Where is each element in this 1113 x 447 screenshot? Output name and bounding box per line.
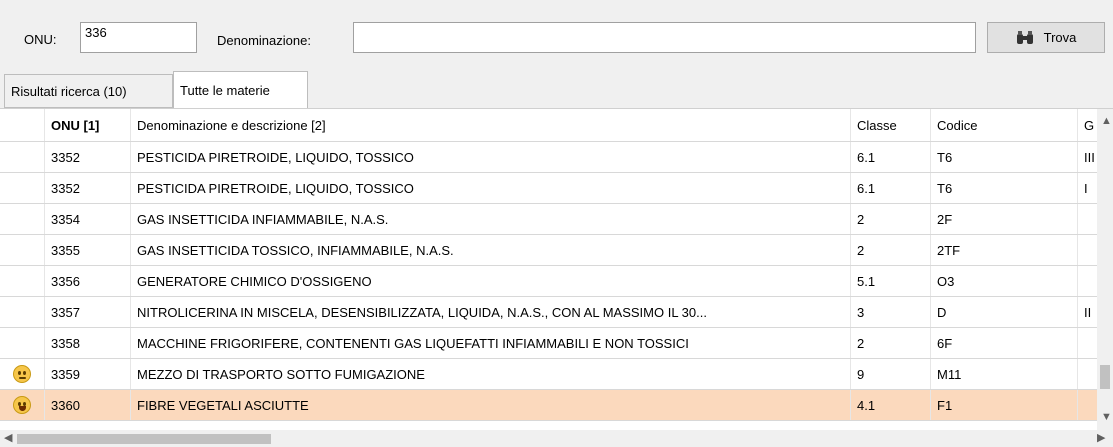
row-indicator [0,142,45,172]
binoculars-icon [1016,30,1034,45]
scroll-left-icon[interactable]: ◀ [4,431,12,444]
column-header-onu[interactable]: ONU [1] [45,109,131,141]
cell-denominazione[interactable]: NITROLICERINA IN MISCELA, DESENSIBILIZZA… [131,297,851,327]
cell-codice[interactable]: O3 [931,266,1078,296]
table-header-row: ONU [1] Denominazione e descrizione [2] … [0,109,1097,142]
cell-g[interactable] [1078,390,1097,420]
cell-classe[interactable]: 5.1 [851,266,931,296]
cell-classe[interactable]: 2 [851,328,931,358]
cell-codice[interactable]: 6F [931,328,1078,358]
cell-onu[interactable]: 3359 [45,359,131,389]
cell-codice[interactable]: 2F [931,204,1078,234]
table-row[interactable]: 3356 GENERATORE CHIMICO D'OSSIGENO 5.1 O3 [0,266,1097,297]
cell-onu[interactable]: 3355 [45,235,131,265]
row-indicator [0,390,45,420]
cell-classe[interactable]: 6.1 [851,173,931,203]
cell-classe[interactable]: 4.1 [851,390,931,420]
cell-codice[interactable]: 2TF [931,235,1078,265]
denominazione-label: Denominazione: [217,33,311,48]
cell-g[interactable]: III [1078,142,1097,172]
table-row[interactable]: 3359 MEZZO DI TRASPORTO SOTTO FUMIGAZIONE… [0,359,1097,390]
onu-input[interactable]: 336 [80,22,197,53]
tab-strip: Risultati ricerca (10) Tutte le materie [0,68,1113,109]
cell-g[interactable] [1078,266,1097,296]
row-indicator [0,235,45,265]
trova-button[interactable]: Trova [987,22,1105,53]
cell-g[interactable] [1078,235,1097,265]
table-row[interactable]: 3355 GAS INSETTICIDA TOSSICO, INFIAMMABIL… [0,235,1097,266]
cell-onu[interactable]: 3358 [45,328,131,358]
cell-onu[interactable]: 3352 [45,173,131,203]
row-indicator [0,204,45,234]
horizontal-scrollbar[interactable]: ◀ ▶ [0,430,1113,447]
row-indicator [0,328,45,358]
cell-codice[interactable]: M11 [931,359,1078,389]
cell-codice[interactable]: F1 [931,390,1078,420]
cell-onu[interactable]: 3352 [45,142,131,172]
cell-classe[interactable]: 9 [851,359,931,389]
cell-onu[interactable]: 3360 [45,390,131,420]
table-row[interactable]: 3352 PESTICIDA PIRETROIDE, LIQUIDO, TOSSI… [0,142,1097,173]
cell-classe[interactable]: 3 [851,297,931,327]
cell-g[interactable]: II [1078,297,1097,327]
table-row[interactable]: 3357 NITROLICERINA IN MISCELA, DESENSIBIL… [0,297,1097,328]
column-header-codice[interactable]: Codice [931,109,1078,141]
tab-label: Tutte le materie [180,83,270,98]
search-toolbar: ONU: 336 Denominazione: Trova [0,0,1113,68]
results-table: ONU [1] Denominazione e descrizione [2] … [0,108,1113,431]
scroll-right-icon[interactable]: ▶ [1097,431,1105,444]
row-indicator-header [0,109,45,141]
table-row[interactable]: 3360 FIBRE VEGETALI ASCIUTTE 4.1 F1 [0,390,1097,421]
row-indicator [0,297,45,327]
column-header-classe[interactable]: Classe [851,109,931,141]
cell-classe[interactable]: 6.1 [851,142,931,172]
onu-label: ONU: [24,32,57,47]
scroll-up-icon[interactable]: ▲ [1101,115,1112,127]
neutral-face-icon [13,365,31,383]
cell-g[interactable] [1078,328,1097,358]
cell-g[interactable] [1078,204,1097,234]
column-header-g[interactable]: G [1078,109,1097,141]
cell-onu[interactable]: 3357 [45,297,131,327]
table-row[interactable]: 3354 GAS INSETTICIDA INFIAMMABILE, N.A.S.… [0,204,1097,235]
cell-codice[interactable]: D [931,297,1078,327]
cell-denominazione[interactable]: GAS INSETTICIDA TOSSICO, INFIAMMABILE, N… [131,235,851,265]
row-indicator [0,173,45,203]
horizontal-scroll-thumb[interactable] [17,434,271,444]
tab-label: Risultati ricerca (10) [11,83,127,99]
trova-label: Trova [1043,30,1077,45]
cell-denominazione[interactable]: FIBRE VEGETALI ASCIUTTE [131,390,851,420]
cell-denominazione[interactable]: PESTICIDA PIRETROIDE, LIQUIDO, TOSSICO [131,142,851,172]
row-indicator [0,266,45,296]
cell-classe[interactable]: 2 [851,204,931,234]
denominazione-input[interactable] [353,22,976,53]
cell-denominazione[interactable]: MACCHINE FRIGORIFERE, CONTENENTI GAS LIQ… [131,328,851,358]
cell-denominazione[interactable]: GAS INSETTICIDA INFIAMMABILE, N.A.S. [131,204,851,234]
column-header-denominazione[interactable]: Denominazione e descrizione [2] [131,109,851,141]
grinning-face-icon [13,396,31,414]
cell-g[interactable]: I [1078,173,1097,203]
cell-denominazione[interactable]: GENERATORE CHIMICO D'OSSIGENO [131,266,851,296]
cell-codice[interactable]: T6 [931,173,1078,203]
cell-onu[interactable]: 3354 [45,204,131,234]
tab-risultati-ricerca[interactable]: Risultati ricerca (10) [4,74,173,108]
cell-denominazione[interactable]: MEZZO DI TRASPORTO SOTTO FUMIGAZIONE [131,359,851,389]
vertical-scrollbar[interactable]: ▲ ▼ [1097,109,1113,431]
cell-g[interactable] [1078,359,1097,389]
cell-denominazione[interactable]: PESTICIDA PIRETROIDE, LIQUIDO, TOSSICO [131,173,851,203]
cell-onu[interactable]: 3356 [45,266,131,296]
row-indicator [0,359,45,389]
scroll-down-icon[interactable]: ▼ [1101,411,1112,423]
cell-classe[interactable]: 2 [851,235,931,265]
tab-tutte-le-materie[interactable]: Tutte le materie [173,71,308,109]
cell-codice[interactable]: T6 [931,142,1078,172]
table-row[interactable]: 3358 MACCHINE FRIGORIFERE, CONTENENTI GAS… [0,328,1097,359]
table-row[interactable]: 3352 PESTICIDA PIRETROIDE, LIQUIDO, TOSSI… [0,173,1097,204]
vertical-scroll-thumb[interactable] [1100,365,1110,389]
